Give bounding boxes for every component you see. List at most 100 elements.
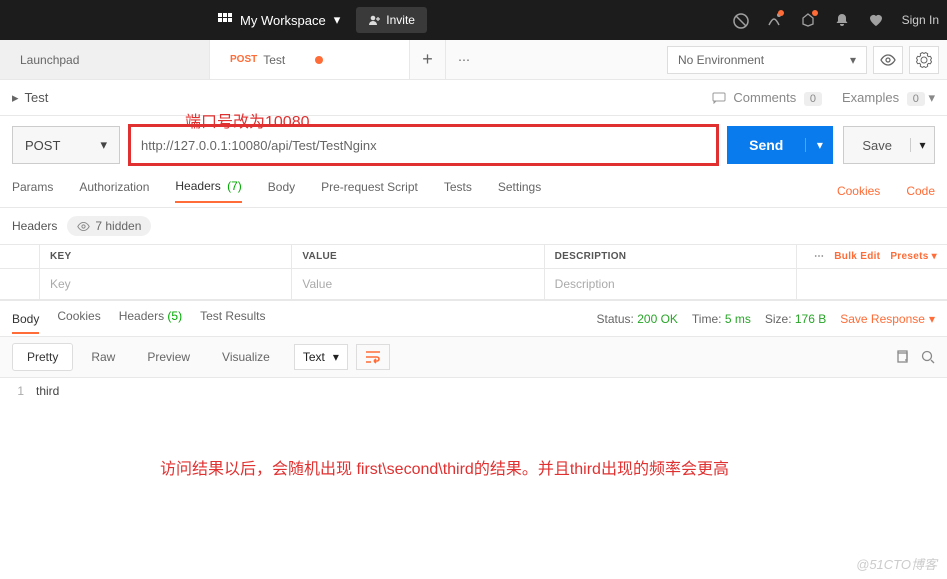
send-dropdown-button[interactable]: ▾: [805, 138, 833, 152]
comments-button[interactable]: Comments 0: [712, 90, 822, 105]
request-title-row: ▸ Test Comments 0 Examples 0 ▾: [0, 80, 947, 116]
tab-request-test[interactable]: POST Test: [210, 40, 410, 79]
save-button[interactable]: Save: [844, 138, 910, 153]
annotation-bottom: 访问结果以后，会随机出现 first\second\third的结果。并且thi…: [160, 455, 729, 479]
line-content: third: [36, 384, 59, 398]
tab-method-badge: POST: [230, 54, 257, 65]
tab-prerequest[interactable]: Pre-request Script: [321, 180, 418, 202]
url-input[interactable]: [130, 126, 717, 164]
headers-label: Headers: [12, 219, 57, 233]
sync-off-icon[interactable]: [732, 12, 748, 28]
bulk-edit-link[interactable]: Bulk Edit: [834, 251, 880, 262]
chevron-down-icon: ▾: [333, 350, 339, 364]
watermark: @51CTO博客: [856, 554, 937, 573]
view-visualize-button[interactable]: Visualize: [208, 344, 284, 370]
code-link[interactable]: Code: [906, 184, 935, 198]
workspace-label: My Workspace: [240, 13, 326, 28]
save-response-button[interactable]: Save Response ▾: [840, 312, 935, 326]
request-builder-row: POST ▾ Send ▾ Save ▾: [0, 116, 947, 174]
columns-more-button[interactable]: ⋯: [814, 251, 824, 262]
response-tabs: Body Cookies Headers (5) Test Results St…: [0, 300, 947, 336]
dirty-indicator-icon: [315, 56, 323, 64]
resp-tab-testresults[interactable]: Test Results: [200, 309, 265, 329]
chevron-down-icon: ▾: [100, 137, 107, 153]
response-view-toolbar: Pretty Raw Preview Visualize Text▾: [0, 336, 947, 378]
headers-table: KEY VALUE DESCRIPTION ⋯ Bulk Edit Preset…: [0, 244, 947, 300]
status-indicator: Status: 200 OK: [597, 312, 678, 326]
headers-section-header: Headers 7 hidden: [0, 208, 947, 244]
content-type-select[interactable]: Text▾: [294, 344, 348, 370]
comment-icon: [712, 92, 726, 104]
copy-icon: [895, 350, 909, 364]
line-number: 1: [0, 384, 36, 398]
heart-icon[interactable]: [868, 12, 884, 28]
sign-in-link[interactable]: Sign In: [902, 13, 939, 27]
copy-response-button[interactable]: [895, 350, 909, 364]
chevron-down-icon: ▾: [928, 90, 935, 105]
toggle-hidden-headers[interactable]: 7 hidden: [67, 216, 151, 236]
response-body-viewer: 1 third: [0, 378, 947, 404]
wrap-lines-button[interactable]: [356, 344, 390, 370]
tab-overflow-button[interactable]: ⋯: [446, 40, 482, 79]
environment-select[interactable]: No Environment ▾: [667, 46, 867, 74]
tab-params[interactable]: Params: [12, 180, 53, 202]
time-indicator: Time: 5 ms: [692, 312, 751, 326]
tab-label: Launchpad: [20, 53, 79, 67]
method-value: POST: [25, 138, 60, 153]
col-value: VALUE: [292, 245, 544, 268]
send-button[interactable]: Send: [727, 137, 805, 153]
chevron-down-icon: ▾: [850, 53, 856, 67]
request-subtabs: Params Authorization Headers (7) Body Pr…: [0, 174, 947, 208]
resp-tab-cookies[interactable]: Cookies: [57, 309, 100, 329]
wrap-icon: [365, 350, 381, 364]
col-key: KEY: [40, 245, 292, 268]
bootcamp-icon[interactable]: [800, 12, 816, 28]
presets-dropdown[interactable]: Presets ▾: [890, 251, 937, 262]
view-pretty-button[interactable]: Pretty: [12, 343, 73, 371]
key-cell[interactable]: Key: [40, 269, 292, 299]
value-cell[interactable]: Value: [292, 269, 544, 299]
environment-label: No Environment: [678, 53, 764, 67]
capture-icon[interactable]: [766, 12, 782, 28]
invite-label: Invite: [386, 13, 415, 27]
examples-button[interactable]: Examples 0 ▾: [842, 90, 935, 106]
manage-environments-button[interactable]: [909, 46, 939, 74]
bell-icon[interactable]: [834, 12, 850, 28]
search-response-button[interactable]: [921, 350, 935, 364]
workspace-switcher[interactable]: My Workspace ▾: [218, 12, 340, 28]
view-raw-button[interactable]: Raw: [77, 344, 129, 370]
request-name: Test: [25, 90, 49, 105]
eye-icon: [880, 52, 896, 68]
http-method-select[interactable]: POST ▾: [12, 126, 120, 164]
save-button-group: Save ▾: [843, 126, 935, 164]
collapse-caret-icon[interactable]: ▸: [12, 90, 19, 106]
tab-headers[interactable]: Headers (7): [175, 179, 241, 203]
resp-tab-headers[interactable]: Headers (5): [119, 309, 182, 329]
table-row[interactable]: Key Value Description: [0, 269, 947, 300]
tab-tests[interactable]: Tests: [444, 180, 472, 202]
tabs-row: Launchpad POST Test + ⋯ No Environment ▾: [0, 40, 947, 80]
description-cell[interactable]: Description: [545, 269, 797, 299]
person-add-icon: [368, 14, 380, 26]
view-preview-button[interactable]: Preview: [133, 344, 204, 370]
tab-settings[interactable]: Settings: [498, 180, 541, 202]
invite-button[interactable]: Invite: [356, 7, 427, 33]
search-icon: [921, 350, 935, 364]
table-header-row: KEY VALUE DESCRIPTION ⋯ Bulk Edit Preset…: [0, 245, 947, 269]
tab-label: Test: [263, 53, 285, 67]
tab-launchpad[interactable]: Launchpad: [0, 40, 210, 79]
code-line: 1 third: [0, 384, 947, 398]
tab-authorization[interactable]: Authorization: [79, 180, 149, 202]
app-topbar: My Workspace ▾ Invite Sign In: [0, 0, 947, 40]
tab-body[interactable]: Body: [268, 180, 295, 202]
cookies-link[interactable]: Cookies: [837, 184, 880, 198]
new-tab-button[interactable]: +: [410, 40, 446, 79]
workspace-grid-icon: [218, 13, 232, 27]
size-indicator: Size: 176 B: [765, 312, 826, 326]
save-dropdown-button[interactable]: ▾: [910, 138, 934, 152]
send-button-group: Send ▾: [727, 126, 833, 164]
eye-icon: [77, 220, 90, 233]
environment-quicklook-button[interactable]: [873, 46, 903, 74]
gear-icon: [916, 52, 932, 68]
resp-tab-body[interactable]: Body: [12, 312, 39, 334]
